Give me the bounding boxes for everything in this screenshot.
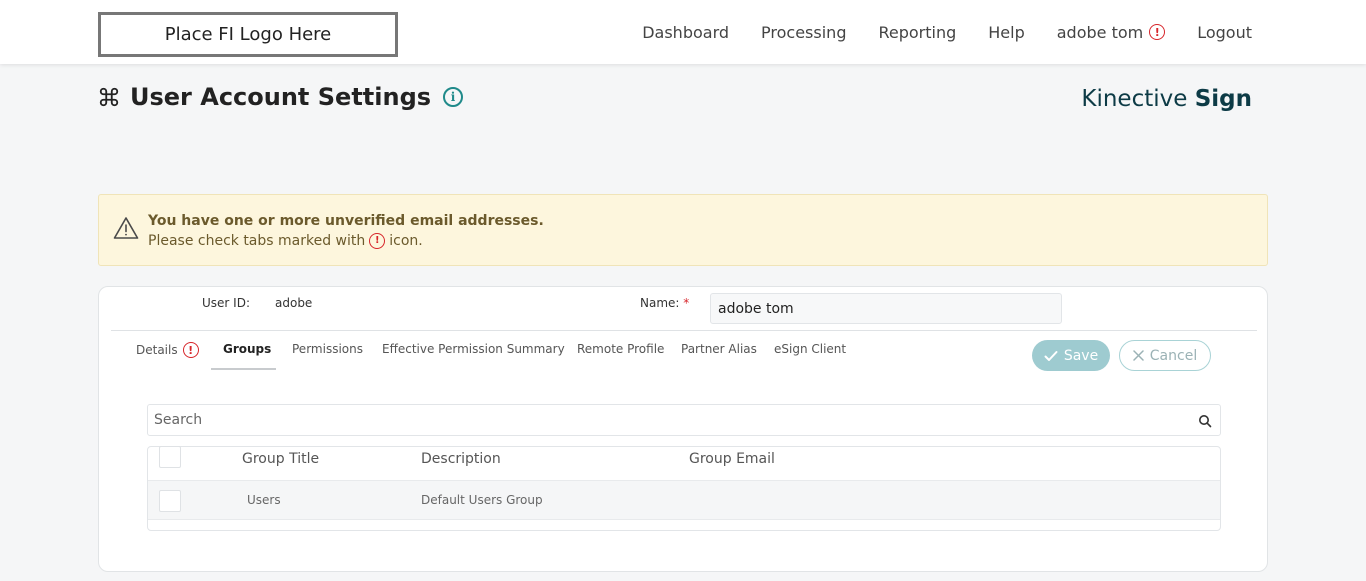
banner-title: You have one or more unverified email ad…	[148, 213, 544, 229]
brand-bold: Sign	[1194, 86, 1252, 112]
logo-placeholder[interactable]: Place FI Logo Here	[98, 12, 398, 57]
banner-text-after: icon.	[389, 233, 423, 249]
save-label: Save	[1063, 347, 1099, 364]
tab-effective-permission-summary[interactable]: Effective Permission Summary	[382, 342, 565, 356]
close-icon	[1133, 350, 1144, 361]
nav-user-label: adobe tom	[1056, 22, 1144, 42]
nav-user-menu[interactable]: adobe tom !	[1056, 22, 1166, 42]
tab-details-label: Details	[136, 343, 178, 357]
nav-reporting[interactable]: Reporting	[878, 23, 956, 42]
search-box	[147, 404, 1221, 436]
column-header-group-email[interactable]: Group Email	[689, 451, 775, 467]
name-label: Name: *	[640, 296, 689, 310]
unverified-email-banner: You have one or more unverified email ad…	[98, 194, 1268, 266]
top-navbar: Place FI Logo Here Dashboard Processing …	[0, 0, 1366, 64]
command-icon	[98, 86, 120, 108]
name-label-text: Name:	[640, 296, 680, 310]
banner-text-before: Please check tabs marked with	[148, 233, 366, 249]
nav-dashboard[interactable]: Dashboard	[642, 23, 729, 42]
search-input[interactable]	[148, 405, 1188, 435]
cancel-button[interactable]: Cancel	[1119, 340, 1211, 371]
info-icon[interactable]: i	[443, 87, 464, 107]
page-header: User Account Settings i	[98, 83, 464, 111]
nav-help[interactable]: Help	[988, 23, 1024, 42]
user-settings-card: User ID: adobe Name: * adobe tom Details…	[98, 286, 1268, 572]
user-id-label: User ID:	[202, 296, 250, 310]
description-cell: Default Users Group	[421, 493, 543, 507]
active-tab-indicator	[211, 368, 276, 370]
check-icon	[1044, 350, 1058, 361]
group-title-cell: Users	[247, 493, 281, 507]
alert-icon: !	[369, 233, 386, 249]
warning-triangle-icon	[113, 216, 139, 240]
page-title: User Account Settings	[130, 83, 432, 111]
save-button[interactable]: Save	[1032, 340, 1110, 371]
column-header-description[interactable]: Description	[421, 451, 501, 467]
alert-icon: !	[182, 342, 199, 358]
tab-permissions[interactable]: Permissions	[292, 342, 363, 356]
column-header-group-title[interactable]: Group Title	[242, 451, 319, 467]
tab-esign-client[interactable]: eSign Client	[774, 342, 846, 356]
tab-partner-alias[interactable]: Partner Alias	[681, 342, 757, 356]
brand-light: Kinective	[1081, 86, 1188, 112]
tab-details[interactable]: Details !	[136, 342, 199, 358]
alert-icon: !	[1149, 24, 1166, 40]
name-field[interactable]: adobe tom	[710, 293, 1062, 324]
tab-groups[interactable]: Groups	[223, 342, 271, 356]
tab-remote-profile[interactable]: Remote Profile	[577, 342, 664, 356]
search-icon[interactable]	[1198, 414, 1212, 428]
required-marker: *	[683, 296, 690, 310]
banner-message: Please check tabs marked with ! icon.	[148, 233, 423, 249]
cancel-label: Cancel	[1149, 347, 1198, 364]
row-checkbox[interactable]	[159, 490, 181, 512]
table-header: Group Title Description Group Email	[148, 446, 1220, 481]
select-all-checkbox[interactable]	[159, 446, 181, 468]
groups-table: Group Title Description Group Email User…	[147, 446, 1221, 531]
nav-processing[interactable]: Processing	[761, 23, 846, 42]
brand-logo: Kinective Sign	[1081, 86, 1252, 112]
main-nav: Dashboard Processing Reporting Help adob…	[642, 0, 1252, 64]
header-divider	[111, 330, 1257, 331]
nav-logout[interactable]: Logout	[1197, 23, 1252, 42]
user-id-value: adobe	[275, 296, 313, 310]
table-row[interactable]: Users Default Users Group	[148, 481, 1220, 520]
